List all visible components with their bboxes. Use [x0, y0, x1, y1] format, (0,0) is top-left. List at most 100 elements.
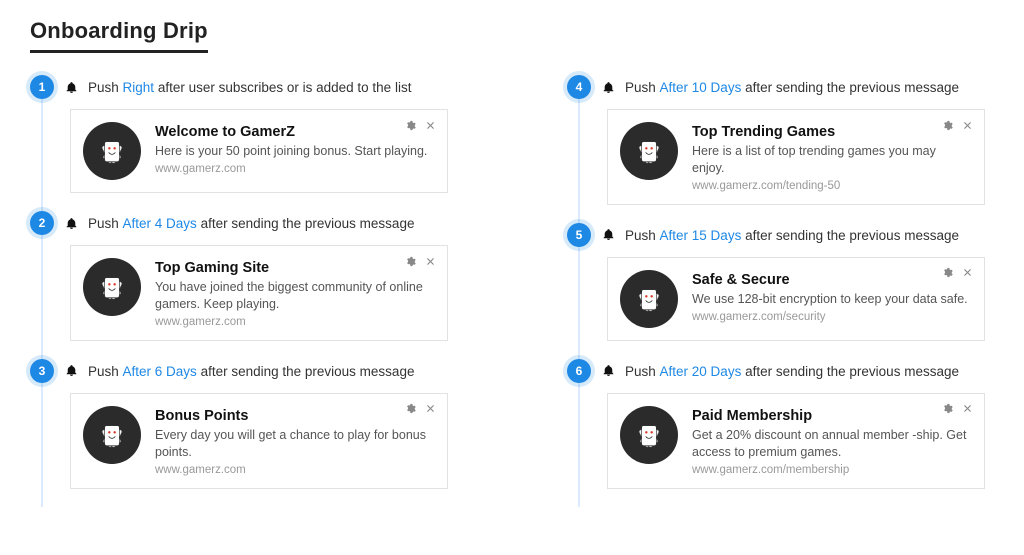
- card-body: Paid Membership Get a 20% discount on ann…: [692, 406, 970, 476]
- notification-card[interactable]: Welcome to GamerZ Here is your 50 point j…: [70, 109, 448, 193]
- timing-link[interactable]: After 4 Days: [123, 216, 197, 231]
- card-title: Safe & Secure: [692, 272, 970, 288]
- card-actions: [403, 254, 437, 268]
- step-header: 2 Push After 4 Days after sending the pre…: [30, 211, 457, 235]
- gear-icon[interactable]: [403, 118, 417, 132]
- step-number-badge: 6: [567, 359, 591, 383]
- timeline-step: 3 Push After 6 Days after sending the pre…: [30, 359, 457, 489]
- bell-icon: [64, 80, 78, 94]
- step-header: 3 Push After 6 Days after sending the pre…: [30, 359, 457, 383]
- timeline-column: 4 Push After 10 Days after sending the pr…: [567, 75, 994, 507]
- timeline-step: 6 Push After 20 Days after sending the pr…: [567, 359, 994, 489]
- card-body: Top Gaming SiteYou have joined the bigge…: [155, 258, 433, 328]
- gear-icon[interactable]: [940, 266, 954, 280]
- close-icon[interactable]: [960, 118, 974, 132]
- card-url: www.gamerz.com: [155, 163, 433, 175]
- close-icon[interactable]: [960, 266, 974, 280]
- card-description: We use 128-bit encryption to keep your d…: [692, 291, 970, 308]
- card-actions: [940, 402, 974, 416]
- notification-card[interactable]: Paid Membership Get a 20% discount on ann…: [607, 393, 985, 489]
- notification-card[interactable]: Bonus Points Every day you will get a cha…: [70, 393, 448, 489]
- timing-link[interactable]: After 20 Days: [660, 364, 742, 379]
- page-title: Onboarding Drip: [30, 18, 208, 53]
- timeline-step: 5 Push After 15 Days after sending the pr…: [567, 223, 994, 341]
- step-suffix: after user subscribes or is added to the…: [158, 80, 412, 95]
- gear-icon[interactable]: [403, 402, 417, 416]
- app-logo-avatar: [620, 406, 678, 464]
- gear-icon[interactable]: [940, 118, 954, 132]
- step-header: 1Push Right after user subscribes or is …: [30, 75, 457, 99]
- gear-icon[interactable]: [940, 402, 954, 416]
- card-description: Here is your 50 point joining bonus. Sta…: [155, 143, 433, 160]
- step-description: Push After 6 Days after sending the prev…: [88, 363, 414, 379]
- app-logo-avatar: [83, 406, 141, 464]
- timing-link[interactable]: After 6 Days: [123, 364, 197, 379]
- app-logo-avatar: [620, 270, 678, 328]
- push-label: Push: [625, 228, 660, 243]
- step-description: Push After 15 Days after sending the pre…: [625, 227, 959, 243]
- push-label: Push: [88, 216, 123, 231]
- timing-link[interactable]: After 15 Days: [660, 228, 742, 243]
- gear-icon[interactable]: [403, 254, 417, 268]
- card-description: Get a 20% discount on annual member -shi…: [692, 427, 970, 461]
- step-suffix: after sending the previous message: [745, 228, 959, 243]
- card-url: www.gamerz.com/security: [692, 311, 970, 323]
- card-url: www.gamerz.com/tending-50: [692, 180, 970, 192]
- card-title: Paid Membership: [692, 408, 970, 424]
- bell-icon: [64, 216, 78, 230]
- step-number-badge: 5: [567, 223, 591, 247]
- notification-card[interactable]: Safe & Secure We use 128-bit encryption t…: [607, 257, 985, 341]
- close-icon[interactable]: [960, 402, 974, 416]
- card-body: Bonus Points Every day you will get a cha…: [155, 406, 433, 476]
- card-body: Top Trending Games Here is a list of top …: [692, 122, 970, 192]
- step-header: 4 Push After 10 Days after sending the pr…: [567, 75, 994, 99]
- step-number-badge: 2: [30, 211, 54, 235]
- app-logo-avatar: [620, 122, 678, 180]
- bell-icon: [601, 80, 615, 94]
- push-label: Push: [88, 364, 123, 379]
- step-suffix: after sending the previous message: [201, 364, 415, 379]
- card-title: Top Trending Games: [692, 124, 970, 140]
- card-body: Safe & Secure We use 128-bit encryption t…: [692, 270, 970, 328]
- card-title: Top Gaming Site: [155, 260, 433, 276]
- push-label: Push: [625, 80, 660, 95]
- card-actions: [403, 118, 437, 132]
- step-suffix: after sending the previous message: [201, 216, 415, 231]
- card-url: www.gamerz.com: [155, 464, 433, 476]
- step-description: Push After 10 Days after sending the pre…: [625, 79, 959, 95]
- close-icon[interactable]: [423, 254, 437, 268]
- push-label: Push: [625, 364, 660, 379]
- card-title: Bonus Points: [155, 408, 433, 424]
- step-number-badge: 4: [567, 75, 591, 99]
- timeline-column: 1Push Right after user subscribes or is …: [30, 75, 457, 507]
- bell-icon: [601, 228, 615, 242]
- step-number-badge: 3: [30, 359, 54, 383]
- timeline-step: 4 Push After 10 Days after sending the pr…: [567, 75, 994, 205]
- step-description: Push After 20 Days after sending the pre…: [625, 363, 959, 379]
- timeline-step: 2 Push After 4 Days after sending the pre…: [30, 211, 457, 341]
- step-description: Push Right after user subscribes or is a…: [88, 79, 411, 95]
- app-logo-avatar: [83, 258, 141, 316]
- notification-card[interactable]: Top Trending Games Here is a list of top …: [607, 109, 985, 205]
- bell-icon: [64, 364, 78, 378]
- timing-link[interactable]: After 10 Days: [660, 80, 742, 95]
- app-logo-avatar: [83, 122, 141, 180]
- bell-icon: [601, 364, 615, 378]
- card-description: Here is a list of top trending games you…: [692, 143, 970, 177]
- close-icon[interactable]: [423, 402, 437, 416]
- notification-card[interactable]: Top Gaming SiteYou have joined the bigge…: [70, 245, 448, 341]
- close-icon[interactable]: [423, 118, 437, 132]
- step-suffix: after sending the previous message: [745, 80, 959, 95]
- card-url: www.gamerz.com/membership: [692, 464, 970, 476]
- card-body: Welcome to GamerZ Here is your 50 point j…: [155, 122, 433, 180]
- step-header: 5 Push After 15 Days after sending the pr…: [567, 223, 994, 247]
- card-actions: [940, 266, 974, 280]
- push-label: Push: [88, 80, 123, 95]
- timing-link[interactable]: Right: [123, 80, 155, 95]
- timeline-step: 1Push Right after user subscribes or is …: [30, 75, 457, 193]
- step-description: Push After 4 Days after sending the prev…: [88, 215, 414, 231]
- step-suffix: after sending the previous message: [745, 364, 959, 379]
- card-actions: [403, 402, 437, 416]
- card-description: Every day you will get a chance to play …: [155, 427, 433, 461]
- card-title: Welcome to GamerZ: [155, 124, 433, 140]
